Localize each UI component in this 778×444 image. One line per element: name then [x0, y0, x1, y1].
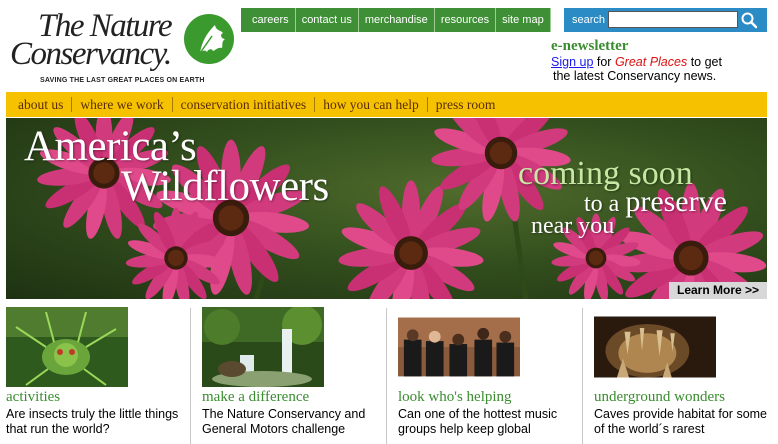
- nav-press-room[interactable]: press room: [428, 97, 504, 112]
- nav-site-map[interactable]: site map: [496, 8, 551, 32]
- divider: [582, 308, 583, 444]
- nav-contact-us[interactable]: contact us: [295, 8, 359, 32]
- logo[interactable]: The Nature Conservancy. SAVING THE LAST …: [8, 8, 236, 90]
- search-input[interactable]: [608, 11, 738, 28]
- newsletter-title: e-newsletter: [551, 38, 629, 54]
- nav-where-we-work[interactable]: where we work: [72, 97, 173, 112]
- search-bar: search: [564, 8, 767, 32]
- newsletter-for: for: [593, 55, 615, 69]
- divider: [386, 308, 387, 444]
- nav-about-us[interactable]: about us: [6, 97, 73, 112]
- great-places-text: Great Places: [614, 55, 688, 69]
- feature-desc: Are insects truly the little things that…: [6, 407, 179, 436]
- feature-desc: Can one of the hottest music groups help…: [398, 407, 558, 436]
- feature-title[interactable]: activities: [6, 389, 60, 406]
- oak-leaf-icon: [184, 14, 234, 64]
- feature-desc: Caves provide habitat for some of the wo…: [594, 407, 768, 436]
- hero-banner[interactable]: America’s Wildflowers coming soon to a p…: [6, 118, 767, 299]
- insect-photo: [6, 307, 128, 387]
- logo-line2: Conservancy.: [10, 36, 172, 72]
- learn-more-button[interactable]: Learn More >>: [669, 282, 767, 299]
- hero-title-line2: Wildflowers: [121, 163, 329, 210]
- feature-title[interactable]: look who's helping: [398, 389, 512, 406]
- feature-desc: The Nature Conservancy and General Motor…: [202, 407, 366, 436]
- divider: [190, 308, 191, 444]
- logo-tagline: SAVING THE LAST GREAT PLACES ON EARTH: [40, 77, 205, 84]
- newsletter-text: Sign up for Great Places to get: [551, 55, 771, 69]
- search-label: search: [572, 14, 606, 26]
- hero-preserve: preserve: [625, 185, 727, 218]
- nav-merchandise[interactable]: merchandise: [358, 8, 435, 32]
- top-nav: careers contact us merchandise resources…: [241, 8, 551, 32]
- band-photo: [398, 317, 520, 377]
- feature-title[interactable]: underground wonders: [594, 389, 725, 406]
- main-nav: about us where we work conservation init…: [6, 92, 767, 117]
- newsletter-to-get: to get: [687, 55, 722, 69]
- search-icon[interactable]: [739, 10, 759, 30]
- hero-near-you: near you: [531, 213, 615, 239]
- newsletter-line2: the latest Conservancy news.: [553, 69, 717, 83]
- cave-photo: [594, 316, 716, 378]
- nav-careers[interactable]: careers: [241, 8, 296, 32]
- feature-title[interactable]: make a difference: [202, 389, 309, 406]
- nav-how-you-can-help[interactable]: how you can help: [315, 97, 428, 112]
- nav-conservation-initiatives[interactable]: conservation initiatives: [173, 97, 316, 112]
- nav-resources[interactable]: resources: [434, 8, 497, 32]
- signup-link[interactable]: Sign up: [551, 55, 593, 69]
- hero-title-line1: America’s: [24, 123, 197, 170]
- newsletter-box: e-newsletter Sign up for Great Places to…: [551, 37, 771, 83]
- waterfall-photo: [202, 307, 324, 387]
